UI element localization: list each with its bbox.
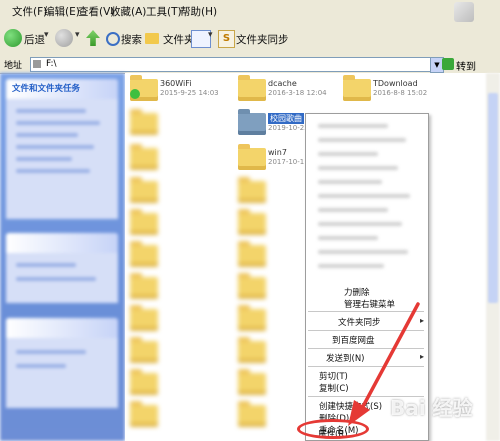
task-pane xyxy=(0,73,125,441)
folders-icon[interactable] xyxy=(145,33,159,44)
folder-icon[interactable] xyxy=(130,209,158,235)
selected-folder-name[interactable]: 校园歌曲 xyxy=(268,113,304,124)
folder-icon[interactable] xyxy=(238,209,266,235)
folder-date: 2016-3-18 12:04 xyxy=(268,89,327,97)
menu-edit[interactable]: 编辑(E) xyxy=(44,4,80,19)
folder-name[interactable]: 360WiFi xyxy=(160,79,191,88)
forward-arrow-icon[interactable] xyxy=(55,29,73,47)
menu-bar: 文件(F) 编辑(E) 查看(V) 收藏(A) 工具(T) 帮助(H) xyxy=(0,0,500,25)
folder-name[interactable]: TDownload xyxy=(373,79,418,88)
folders-button[interactable]: 文件夹 xyxy=(163,32,195,47)
folder-icon[interactable] xyxy=(238,273,266,299)
folder-icon[interactable] xyxy=(130,144,158,170)
forward-dropdown-icon[interactable]: ▾ xyxy=(75,30,80,40)
go-label: 转到 xyxy=(456,62,476,73)
back-button[interactable]: 后退 xyxy=(24,32,45,47)
views-dropdown-icon[interactable]: ▾ xyxy=(208,30,213,40)
folder-icon[interactable] xyxy=(238,177,266,203)
back-arrow-icon[interactable] xyxy=(4,29,22,47)
folder-date: 2016-8-8 15:02 xyxy=(373,89,428,97)
up-folder-icon[interactable] xyxy=(86,30,100,46)
search-icon[interactable] xyxy=(106,32,120,46)
folder-icon[interactable] xyxy=(238,241,266,267)
watermark: Bai 经验 xyxy=(390,396,473,420)
file-tasks-title: 文件和文件夹任务 xyxy=(12,84,81,94)
search-button[interactable]: 搜索 xyxy=(121,32,142,47)
folder-icon[interactable] xyxy=(130,337,158,363)
address-input[interactable]: F:\ xyxy=(30,57,437,72)
file-tasks-panel xyxy=(6,79,118,219)
menu-view[interactable]: 查看(V) xyxy=(78,4,114,19)
selected-folder-icon[interactable] xyxy=(238,109,266,135)
red-circle-annotation xyxy=(297,419,369,439)
menu-help[interactable]: 帮助(H) xyxy=(180,4,217,19)
folder-icon[interactable] xyxy=(130,109,158,135)
details-panel xyxy=(6,318,118,408)
menu-file[interactable]: 文件(F) xyxy=(12,4,47,19)
folder-date: 2017-10-1 xyxy=(268,158,305,166)
scroll-thumb[interactable] xyxy=(488,93,498,303)
folder-icon[interactable] xyxy=(130,177,158,203)
folder-icon[interactable] xyxy=(130,369,158,395)
back-dropdown-icon[interactable]: ▾ xyxy=(44,30,49,40)
folder-icon[interactable] xyxy=(130,401,158,427)
folder-date: 2019-10-23 xyxy=(268,124,309,132)
go-arrow-icon xyxy=(442,58,454,70)
menu-item-force-delete[interactable]: 力删除 xyxy=(344,286,370,298)
address-bar: 地址 F:\ ▼ 转到 xyxy=(0,56,500,74)
folder-icon[interactable] xyxy=(130,273,158,299)
toolbar: 后退 ▾ ▾ 搜索 文件夹 ▾ S 文件夹同步 xyxy=(0,24,500,57)
folder-name[interactable]: dcache xyxy=(268,79,297,88)
other-places-panel xyxy=(6,233,118,303)
folder-sync-button[interactable]: 文件夹同步 xyxy=(236,32,289,47)
wifi-badge-icon xyxy=(130,89,140,99)
menu-favorites[interactable]: 收藏(A) xyxy=(110,4,146,19)
folder-date: 2015-9-25 14:03 xyxy=(160,89,219,97)
folder-icon[interactable] xyxy=(130,241,158,267)
folder-icon[interactable] xyxy=(238,369,266,395)
menu-tools[interactable]: 工具(T) xyxy=(146,4,182,19)
folder-icon[interactable] xyxy=(238,75,266,101)
folder-icon[interactable] xyxy=(238,305,266,331)
folder-icon[interactable] xyxy=(130,305,158,331)
windows-logo-icon xyxy=(454,2,474,22)
folder-icon[interactable] xyxy=(238,337,266,363)
folder-icon[interactable] xyxy=(343,75,371,101)
sync-icon[interactable]: S xyxy=(218,30,235,48)
folder-icon[interactable] xyxy=(238,401,266,427)
drive-icon xyxy=(33,60,41,68)
go-button[interactable]: 转到 xyxy=(440,57,496,73)
folder-name[interactable]: win7 xyxy=(268,148,287,157)
vertical-scrollbar[interactable] xyxy=(486,73,500,441)
folder-icon[interactable] xyxy=(238,144,266,170)
address-label: 地址 xyxy=(4,61,23,71)
